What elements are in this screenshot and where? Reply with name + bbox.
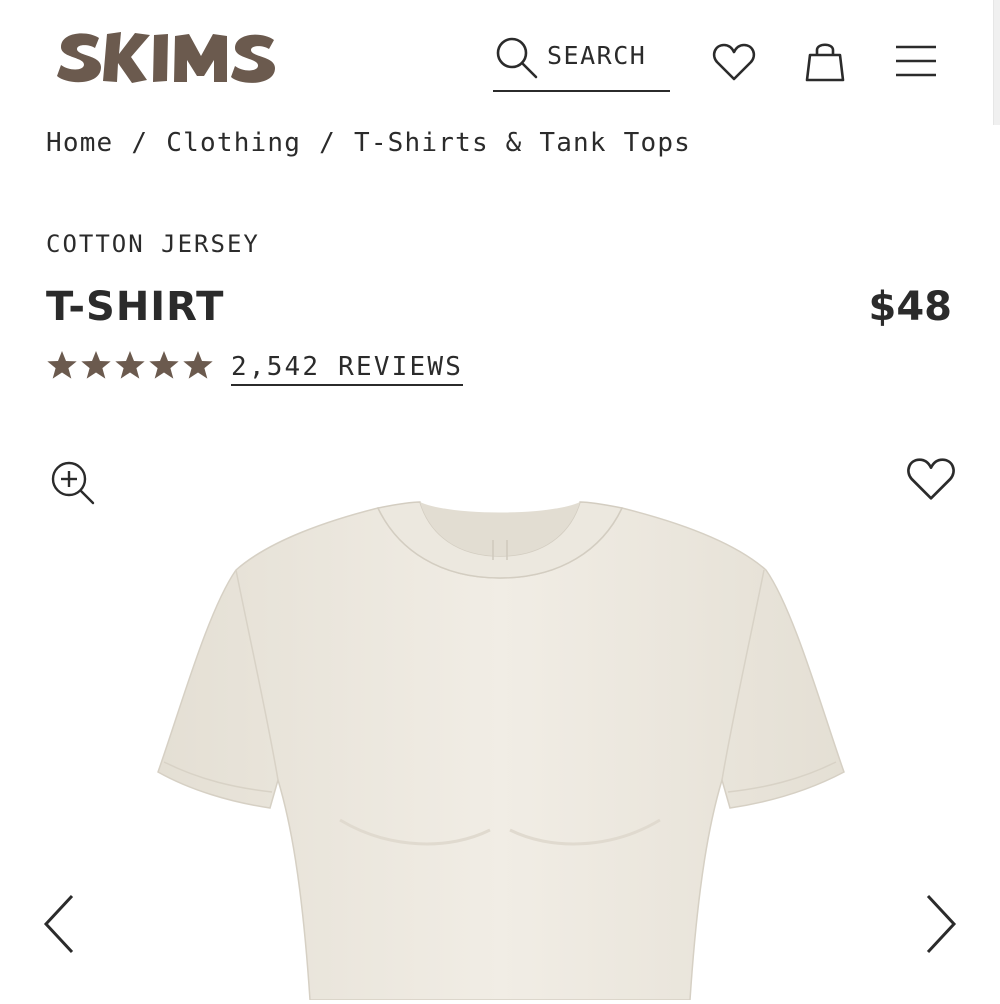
- search-icon: [496, 37, 538, 79]
- reviews-link[interactable]: 2,542 REVIEWS: [231, 352, 464, 386]
- star-icon: [47, 351, 77, 379]
- tshirt-image: [157, 501, 845, 1001]
- zoom-in-icon: [51, 461, 95, 505]
- breadcrumb: Home / Clothing / T-Shirts & Tank Tops: [46, 128, 691, 158]
- chevron-right-icon: [926, 894, 957, 954]
- heart-icon: [907, 458, 955, 500]
- product-title: T-SHIRT: [46, 284, 225, 330]
- shopping-bag-icon: [805, 43, 845, 82]
- next-image-button[interactable]: [920, 892, 960, 960]
- chevron-left-icon: [43, 894, 74, 954]
- product-price: $48: [868, 284, 953, 330]
- scrollbar[interactable]: [993, 0, 1000, 125]
- breadcrumb-tshirts-tank-tops[interactable]: T-Shirts & Tank Tops: [354, 128, 691, 158]
- star-icon: [149, 351, 179, 379]
- menu-button[interactable]: [895, 44, 937, 82]
- product-image[interactable]: [150, 490, 850, 1001]
- image-wishlist-button[interactable]: [906, 456, 956, 506]
- breadcrumb-separator: /: [131, 128, 149, 158]
- breadcrumb-home[interactable]: Home: [46, 128, 113, 158]
- search-label: SEARCH: [547, 41, 647, 70]
- star-icon: [81, 351, 111, 379]
- star-icon: [115, 351, 145, 379]
- breadcrumb-clothing[interactable]: Clothing: [166, 128, 301, 158]
- heart-icon: [712, 43, 756, 81]
- product-collection: COTTON JERSEY: [46, 230, 260, 258]
- cart-button[interactable]: [804, 40, 846, 88]
- breadcrumb-separator: /: [319, 128, 336, 158]
- brand-logo[interactable]: [55, 28, 280, 90]
- star-icon: [183, 351, 213, 379]
- rating-stars[interactable]: [46, 349, 214, 381]
- previous-image-button[interactable]: [40, 892, 80, 960]
- search-button[interactable]: SEARCH: [493, 34, 670, 92]
- menu-icon: [896, 45, 936, 77]
- skims-logo-graphic: [57, 32, 275, 83]
- zoom-button[interactable]: [50, 460, 96, 510]
- wishlist-button[interactable]: [712, 42, 756, 86]
